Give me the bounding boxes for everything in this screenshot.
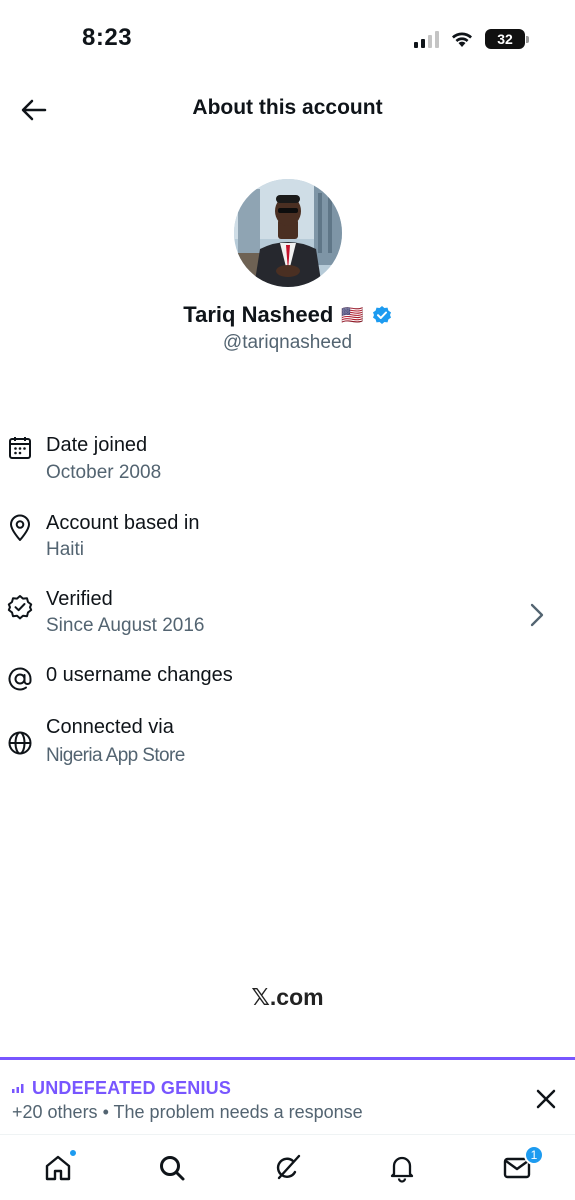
signal-icon bbox=[414, 30, 439, 48]
wifi-icon bbox=[452, 32, 472, 47]
display-name-row: Tariq Nasheed 🇺🇸 bbox=[0, 302, 575, 328]
info-label: Verified bbox=[46, 588, 113, 610]
grok-icon bbox=[276, 1154, 301, 1180]
spaces-title-row: UNDEFEATED GENIUS bbox=[12, 1078, 231, 1099]
tab-home[interactable] bbox=[41, 1149, 77, 1185]
info-label: Account based in bbox=[46, 512, 200, 534]
chevron-right-icon bbox=[530, 603, 544, 627]
display-name: Tariq Nasheed bbox=[183, 302, 334, 327]
info-value: Nigeria App Store bbox=[46, 745, 185, 766]
info-row-connected-via: Connected via Nigeria App Store bbox=[0, 715, 575, 775]
location-pin-icon bbox=[6, 514, 34, 542]
status-bar: 8:23 32 bbox=[0, 0, 575, 80]
home-icon bbox=[45, 1155, 71, 1181]
spaces-bar[interactable]: UNDEFEATED GENIUS +20 others • The probl… bbox=[0, 1057, 575, 1133]
battery-level: 32 bbox=[497, 31, 513, 47]
calendar-icon bbox=[6, 434, 34, 462]
tab-notifications[interactable] bbox=[385, 1151, 419, 1185]
handle: @tariqnasheed bbox=[222, 332, 353, 353]
info-label: 0 username changes bbox=[46, 664, 233, 686]
close-icon bbox=[536, 1089, 556, 1109]
globe-icon bbox=[6, 729, 34, 757]
search-icon bbox=[160, 1156, 185, 1181]
tab-search[interactable] bbox=[155, 1151, 189, 1185]
close-button[interactable] bbox=[533, 1086, 559, 1112]
status-time: 8:23 bbox=[82, 24, 133, 51]
tab-bar: 1 bbox=[0, 1134, 575, 1200]
tab-messages[interactable]: 1 bbox=[500, 1145, 544, 1185]
at-sign-icon bbox=[6, 665, 34, 693]
home-notification-dot bbox=[69, 1149, 77, 1157]
tab-grok[interactable] bbox=[270, 1151, 304, 1185]
info-label: Connected via bbox=[46, 716, 174, 738]
info-value: Haiti bbox=[46, 539, 85, 560]
header: About this account bbox=[0, 82, 575, 138]
spaces-subtitle: +20 others • The problem needs a respons… bbox=[12, 1102, 363, 1122]
verified-outline-icon bbox=[6, 593, 34, 621]
page-title: About this account bbox=[192, 96, 383, 119]
flag-emoji: 🇺🇸 bbox=[341, 304, 364, 325]
battery-icon: 32 bbox=[485, 29, 529, 49]
info-row-verified[interactable]: Verified Since August 2016 bbox=[0, 587, 575, 647]
spaces-title: UNDEFEATED GENIUS bbox=[32, 1078, 232, 1098]
verified-badge-icon bbox=[372, 306, 391, 324]
avatar[interactable] bbox=[234, 179, 342, 287]
audio-bars-icon bbox=[12, 1083, 24, 1093]
info-row-date-joined: Date joined October 2008 bbox=[0, 432, 575, 492]
info-label: Date joined bbox=[46, 434, 148, 456]
notifications-icon bbox=[390, 1156, 414, 1183]
status-icons: 32 bbox=[414, 26, 529, 52]
info-row-account-based: Account based in Haiti bbox=[0, 510, 575, 570]
info-row-username-changes: 0 username changes bbox=[0, 662, 575, 722]
brand-footer: 𝕏.com bbox=[251, 984, 324, 1010]
messages-badge: 1 bbox=[524, 1145, 544, 1165]
info-value: October 2008 bbox=[46, 462, 162, 483]
info-value: Since August 2016 bbox=[46, 615, 205, 636]
